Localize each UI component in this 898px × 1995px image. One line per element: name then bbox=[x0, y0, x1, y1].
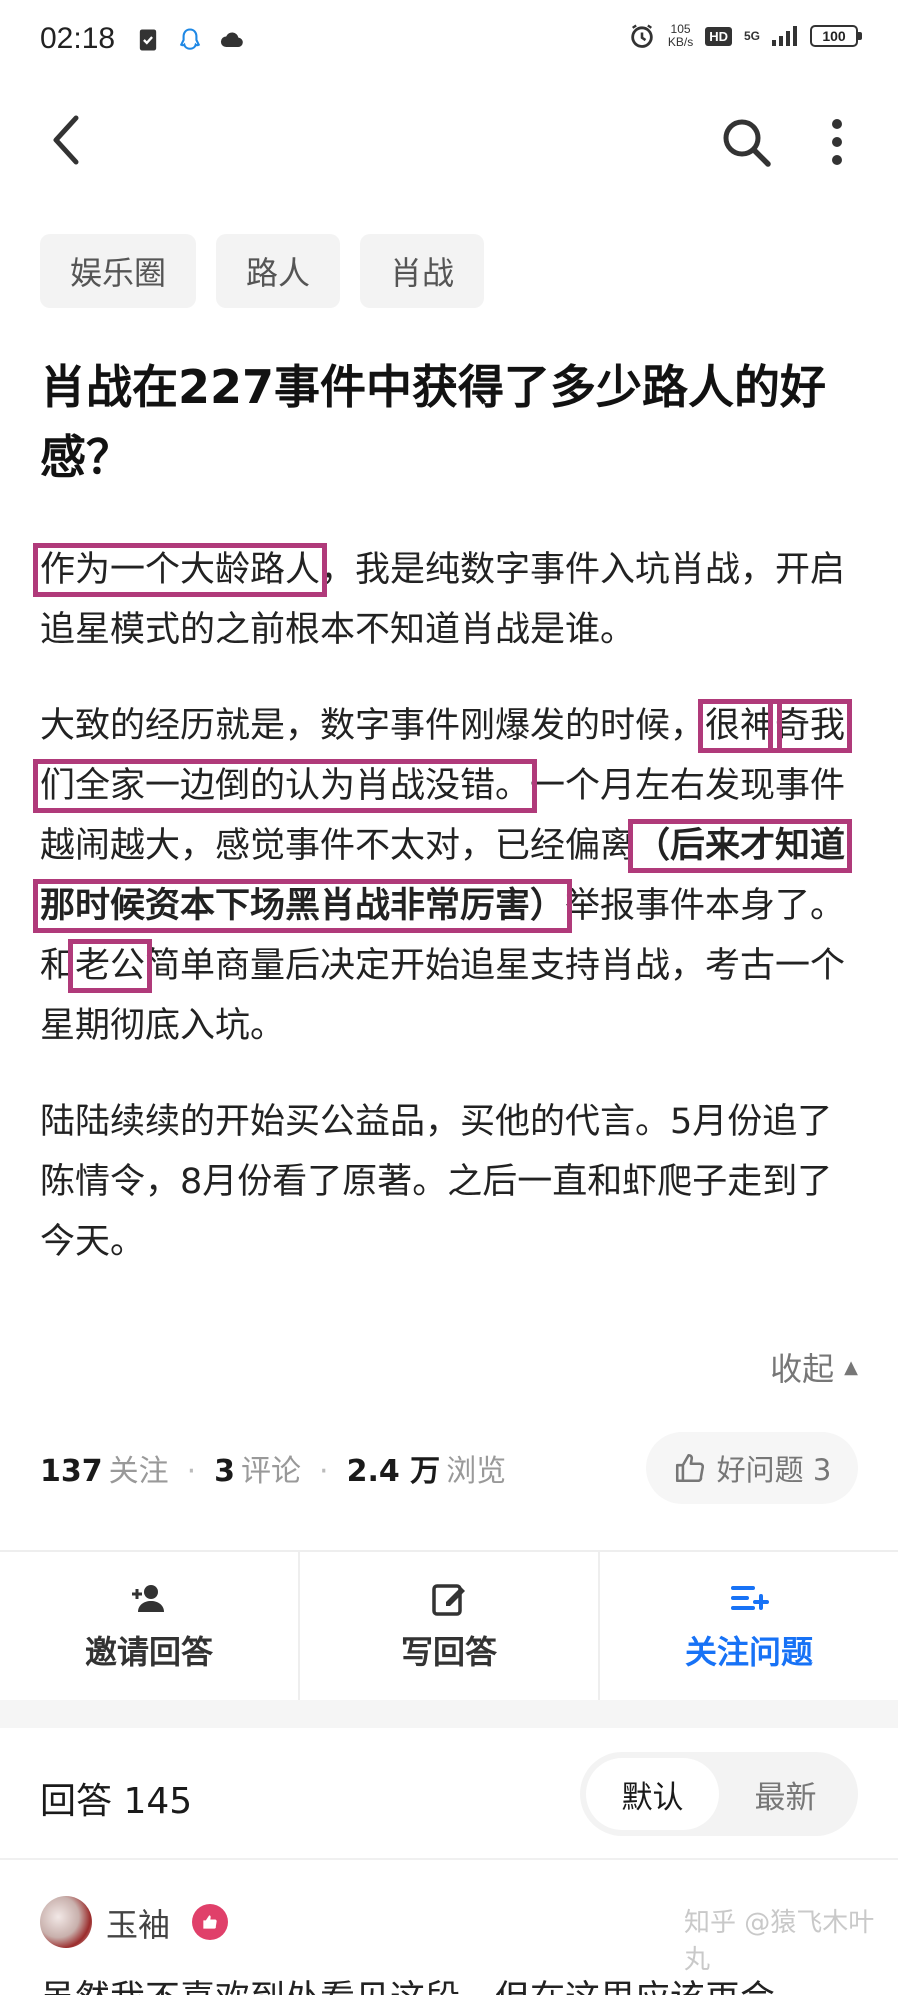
highlighted-phrase: 很神 bbox=[698, 699, 783, 753]
question-stats: 137 关注 · 3 评论 · 2.4 万 浏览 bbox=[40, 1446, 506, 1490]
thumbs-up-icon bbox=[675, 1453, 704, 1483]
highlighted-phrase: 作为一个大龄路人 bbox=[32, 543, 328, 597]
add-person-icon bbox=[132, 1585, 164, 1612]
description-paragraph: 作为一个大龄路人，我是纯数字事件入坑肖战，开启追星模式的之前根本不知道肖战是谁。 bbox=[32, 543, 846, 650]
collapse-button[interactable]: 收起 ▲ bbox=[770, 1344, 858, 1390]
follow-label: 关注 bbox=[108, 1454, 169, 1489]
watermark: 知乎 @猿飞木叶丸 bbox=[684, 1908, 875, 1975]
status-notification-icons bbox=[134, 26, 246, 54]
topic-tag[interactable]: 肖战 bbox=[360, 234, 485, 308]
separator-dot: · bbox=[319, 1454, 329, 1489]
sort-toggle: 默认 最新 bbox=[580, 1752, 858, 1836]
hd-voice-indicator: HD bbox=[705, 26, 732, 46]
status-time: 02:18 bbox=[40, 22, 116, 55]
alarm-clock-icon bbox=[631, 24, 653, 48]
good-question-button[interactable]: 好问题 3 bbox=[646, 1432, 858, 1504]
answer-item[interactable]: 玉袖 知乎 @猿飞木叶丸 虽然我不喜欢到处看见这段，但在这里应该再会 bbox=[0, 1860, 898, 1995]
clipboard-check-icon bbox=[139, 29, 157, 51]
follow-count: 137 bbox=[40, 1454, 103, 1489]
description-paragraph: 大致的经历就是，数字事件刚爆发的时候，很神奇我们全家一边倒的认为肖战没错。一个月… bbox=[32, 699, 853, 1046]
edit-icon bbox=[432, 1584, 465, 1616]
answer-count: 回答 145 bbox=[40, 1781, 193, 1822]
topic-tag[interactable]: 路人 bbox=[216, 234, 341, 308]
sort-default-option[interactable]: 默认 bbox=[586, 1758, 719, 1830]
comment-count: 3 bbox=[214, 1454, 236, 1489]
triangle-up-icon: ▲ bbox=[844, 1356, 858, 1378]
follow-question-button[interactable]: 关注问题 bbox=[600, 1552, 898, 1700]
status-system-icons: 105 KB/s HD 5G 100 bbox=[628, 22, 862, 50]
topic-tag[interactable]: 娱乐圈 bbox=[40, 234, 197, 308]
cloud-icon bbox=[220, 32, 243, 48]
top-app-bar bbox=[0, 96, 898, 192]
comment-label[interactable]: 评论 bbox=[241, 1446, 301, 1490]
separator-dot: · bbox=[186, 1454, 197, 1489]
back-arrow-icon[interactable] bbox=[40, 110, 100, 170]
qq-penguin-icon bbox=[179, 28, 201, 50]
signal-bars-icon bbox=[772, 26, 797, 46]
search-icon[interactable] bbox=[718, 114, 774, 170]
network-type: 5G bbox=[743, 29, 760, 43]
creator-badge-icon bbox=[192, 1904, 228, 1940]
view-label: 浏览 bbox=[446, 1454, 507, 1489]
question-description: 作为一个大龄路人，我是纯数字事件入坑肖战，开启追星模式的之前根本不知道肖战是谁。… bbox=[32, 540, 864, 1308]
battery-icon: 100 bbox=[810, 25, 862, 47]
answer-author-name[interactable]: 玉袖 bbox=[106, 1900, 170, 1946]
write-answer-button[interactable]: 写回答 bbox=[300, 1552, 600, 1700]
add-list-icon bbox=[731, 1586, 769, 1610]
highlighted-phrase: 老公 bbox=[68, 939, 153, 993]
sort-latest-option[interactable]: 最新 bbox=[719, 1758, 852, 1830]
more-vertical-icon[interactable] bbox=[812, 114, 862, 170]
question-action-bar: 邀请回答 写回答 关注问题 bbox=[0, 1550, 898, 1700]
topic-tags: 娱乐圈 路人 肖战 bbox=[40, 234, 485, 308]
answers-header: 回答 145 默认 最新 bbox=[0, 1728, 898, 1858]
avatar[interactable] bbox=[40, 1896, 92, 1948]
status-bar: 02:18 105 KB/s HD 5G 100 bbox=[0, 0, 898, 86]
section-divider bbox=[0, 1700, 898, 1728]
description-paragraph: 陆陆续续的开始买公益品，买他的代言。5月份追了陈情令，8月份看了原著。之后一直和… bbox=[40, 1102, 833, 1262]
question-title: 肖战在227事件中获得了多少路人的好感？ bbox=[40, 360, 827, 484]
view-count: 2.4 万 bbox=[346, 1454, 441, 1489]
network-speed: 105 KB/s bbox=[667, 22, 694, 49]
invite-answer-button[interactable]: 邀请回答 bbox=[0, 1552, 300, 1700]
answer-excerpt: 虽然我不喜欢到处看见这段，但在这里应该再会 bbox=[40, 1970, 775, 1995]
